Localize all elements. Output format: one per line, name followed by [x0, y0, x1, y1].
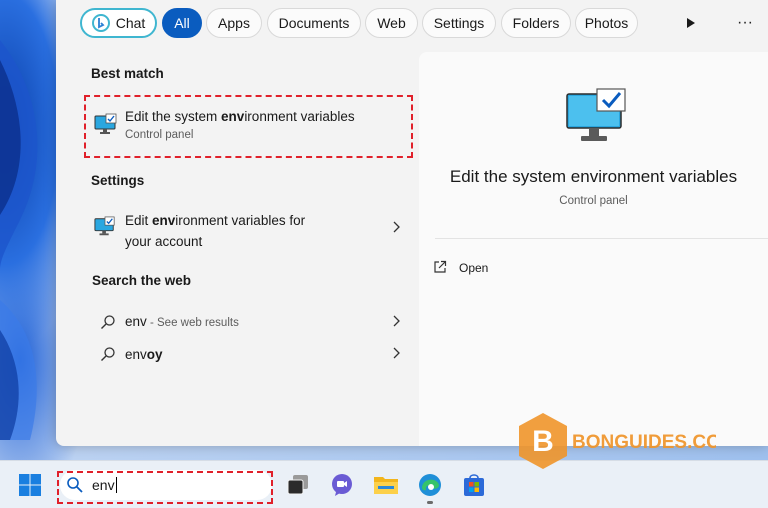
highlight-box-best-match: [84, 95, 413, 158]
open-label: Open: [459, 261, 489, 275]
edge-icon[interactable]: [416, 471, 444, 504]
tab-settings[interactable]: Settings: [422, 8, 496, 38]
open-action[interactable]: Open: [433, 258, 488, 278]
start-icon[interactable]: [16, 471, 44, 499]
store-icon[interactable]: [460, 471, 488, 499]
more-options-button[interactable]: ···: [730, 8, 760, 38]
settings-heading: Settings: [91, 173, 145, 188]
chat-chip[interactable]: Chat: [80, 8, 157, 38]
settings-result-title: Edit environment variables for: [125, 213, 306, 228]
search-icon: [100, 346, 116, 367]
running-indicator: [427, 501, 433, 504]
web-result-env[interactable]: env - See web results: [84, 306, 420, 336]
watermark-letter: B: [532, 425, 554, 458]
control-panel-icon: [94, 216, 116, 243]
tab-photos[interactable]: Photos: [575, 8, 638, 38]
file-explorer-icon[interactable]: [372, 471, 400, 499]
chevron-right-icon: [392, 221, 400, 236]
watermark-text: BONGUIDES.COM: [572, 432, 716, 453]
control-panel-large-icon: [565, 88, 627, 149]
detail-title: Edit the system environment variables: [449, 167, 738, 186]
detail-subtitle: Control panel: [559, 195, 628, 207]
detail-pane: Edit the system environment variables Co…: [419, 52, 768, 446]
chevron-right-icon: [392, 347, 400, 362]
web-result-query: env - See web results: [125, 314, 239, 329]
settings-result-title-line2: your account: [125, 234, 203, 249]
search-menu: Chat All Apps Documents Web Settings Fol…: [56, 0, 768, 446]
bing-chat-icon: [91, 14, 110, 32]
play-icon[interactable]: [676, 8, 706, 38]
chevron-right-icon: [392, 315, 400, 330]
search-icon: [100, 314, 116, 335]
settings-result[interactable]: Edit environment variables for your acco…: [84, 204, 420, 256]
tab-folders[interactable]: Folders: [501, 8, 571, 38]
task-view-icon[interactable]: [284, 471, 312, 499]
tab-web[interactable]: Web: [365, 8, 418, 38]
watermark-logo: B BONGUIDES.COM: [516, 411, 737, 471]
highlight-box-search: [57, 471, 273, 504]
tab-all[interactable]: All: [162, 8, 202, 38]
open-external-icon: [433, 260, 447, 277]
web-result-query: envoy: [125, 347, 163, 362]
teams-chat-icon[interactable]: [328, 471, 356, 499]
tab-documents[interactable]: Documents: [267, 8, 361, 38]
best-match-heading: Best match: [91, 66, 164, 81]
tab-apps[interactable]: Apps: [206, 8, 262, 38]
search-web-heading: Search the web: [92, 273, 192, 288]
divider: [435, 238, 768, 239]
web-result-envoy[interactable]: envoy: [84, 339, 420, 369]
chat-label: Chat: [115, 15, 146, 31]
